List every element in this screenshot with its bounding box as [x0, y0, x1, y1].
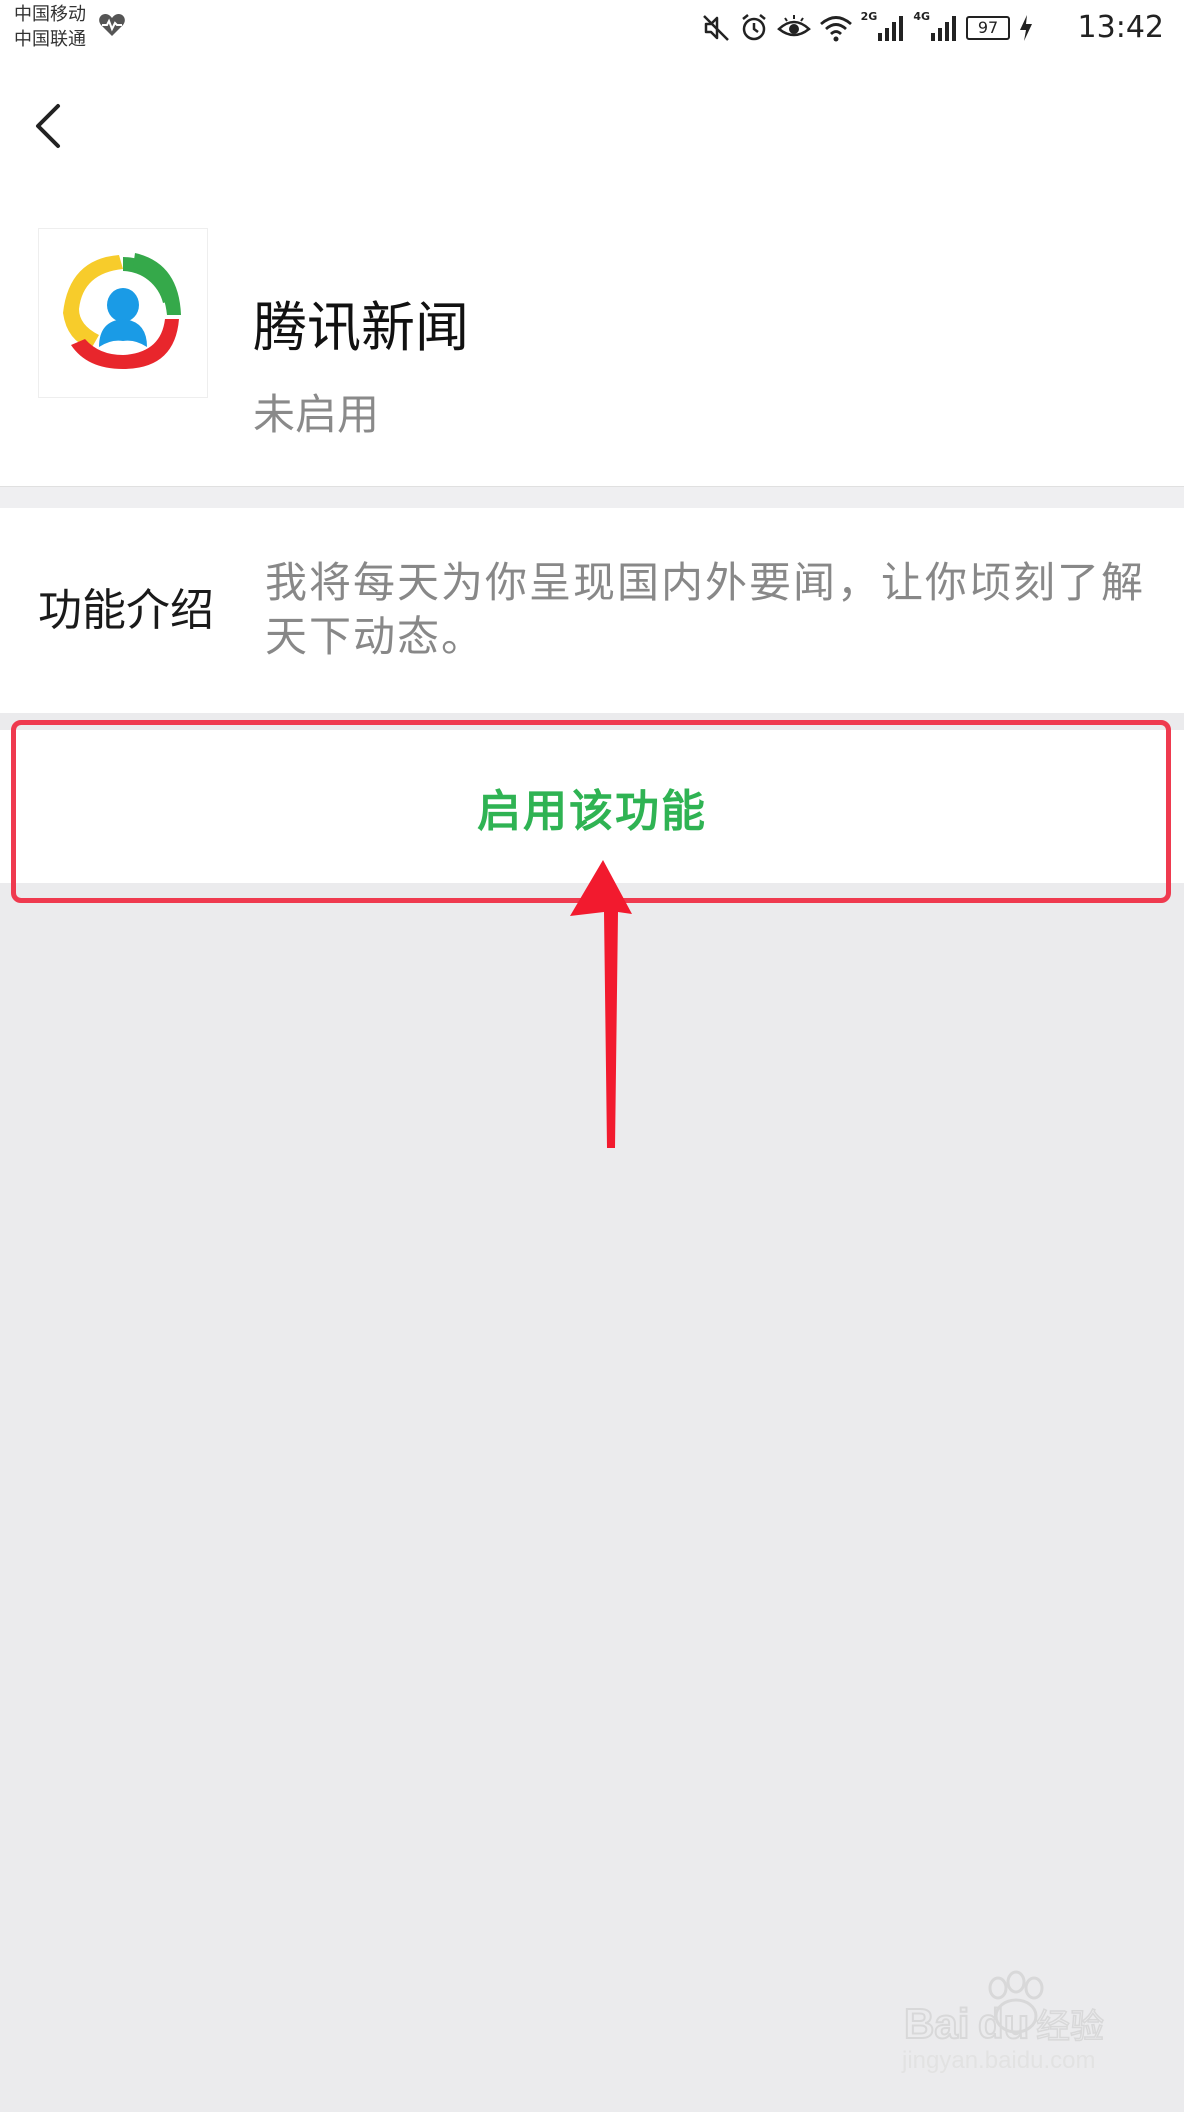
feature-intro-section: 功能介绍 我将每天为你呈现国内外要闻，让你顷刻了解天下动态。	[0, 508, 1184, 713]
charging-icon	[1020, 15, 1032, 41]
feature-intro-text: 我将每天为你呈现国内外要闻，让你顷刻了解天下动态。	[265, 558, 1146, 661]
enable-row: 启用该功能	[0, 730, 1184, 883]
status-bar: 中国移动 中国联通 2G 4G 97 13:42	[0, 0, 1184, 56]
svg-text:经验: 经验	[1036, 2007, 1104, 2047]
app-header: 腾讯新闻 未启用	[0, 56, 1184, 486]
enable-feature-button[interactable]: 启用该功能	[0, 730, 1184, 883]
baidu-paw-logo-icon: Bai du 经验 jingyan.baidu.com	[901, 1970, 1105, 2074]
signal-icon	[878, 16, 904, 41]
watermark-url: jingyan.baidu.com	[901, 2047, 1095, 2074]
app-name: 腾讯新闻	[253, 296, 469, 359]
wifi-icon	[819, 16, 852, 42]
network-4g-label: 4G	[913, 10, 930, 23]
app-status: 未启用	[253, 390, 380, 439]
mute-icon	[702, 15, 729, 41]
carrier-line-1: 中国移动	[14, 4, 86, 25]
carrier-line-2: 中国联通	[14, 29, 86, 50]
svg-text:du: du	[978, 2000, 1029, 2047]
tencent-news-logo	[38, 228, 208, 398]
heart-rate-icon	[99, 14, 125, 36]
signal-icon	[931, 16, 956, 41]
carrier-info: 中国移动 中国联通	[14, 2, 86, 52]
clock: 13:42	[1077, 10, 1164, 45]
tencent-news-logo-icon	[63, 253, 181, 369]
status-icons: 2G 4G 97	[701, 8, 1034, 48]
page: 中国移动 中国联通 2G 4G 97 13:42 腾讯新闻 未启用 功能介绍 我…	[0, 0, 1184, 2112]
battery-level: 97	[977, 18, 999, 37]
network-2g-label: 2G	[860, 10, 878, 23]
battery-indicator: 97	[966, 16, 1010, 40]
back-icon[interactable]	[24, 90, 74, 160]
annotation-arrow-icon	[570, 860, 632, 1148]
baidu-jingyan-watermark: Bai du 经验 jingyan.baidu.com	[896, 1966, 1126, 2076]
section-divider	[0, 486, 1184, 508]
alarm-icon	[741, 14, 766, 41]
feature-intro-label: 功能介绍	[38, 585, 214, 636]
eye-comfort-icon	[776, 15, 811, 37]
svg-text:Bai: Bai	[904, 2000, 969, 2047]
